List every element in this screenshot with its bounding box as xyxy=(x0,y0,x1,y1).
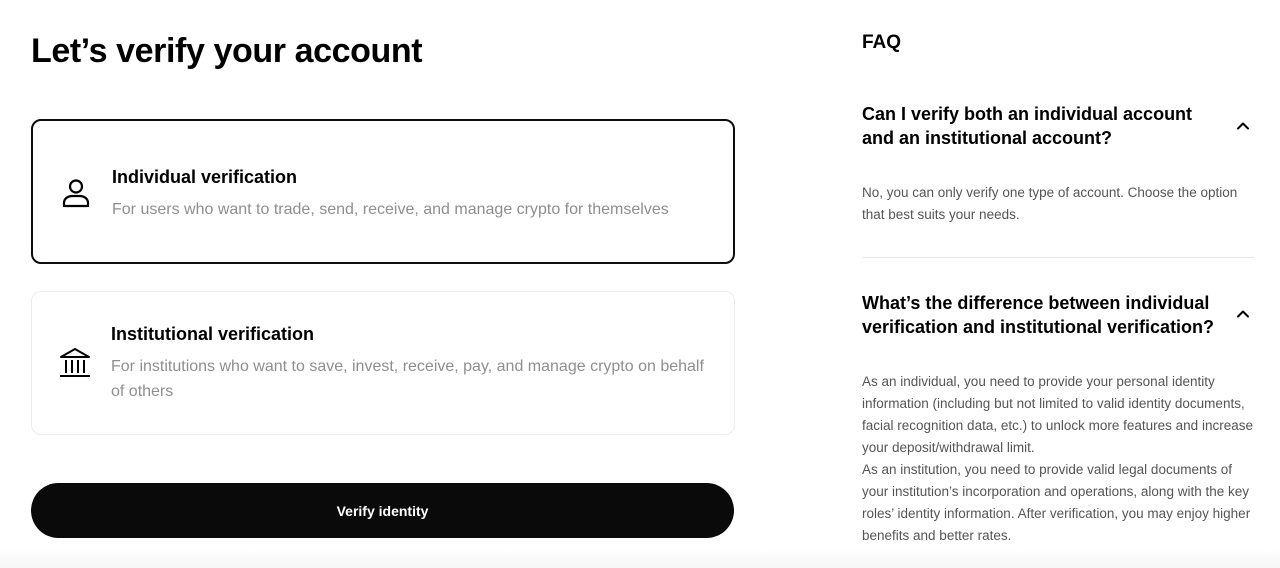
verify-identity-button[interactable]: Verify identity xyxy=(31,483,734,538)
faq-heading: FAQ xyxy=(862,32,902,53)
faq-question-1[interactable]: Can I verify both an individual account … xyxy=(862,102,1222,150)
individual-option-title: Individual verification xyxy=(112,167,298,187)
faq-divider xyxy=(862,257,1254,258)
institutional-option-title: Institutional verification xyxy=(111,324,315,344)
faq-answer-2: As an individual, you need to provide yo… xyxy=(862,374,1253,455)
person-icon xyxy=(59,176,93,210)
faq-answer-2-continued: As an institution, you need to provide v… xyxy=(862,462,1251,543)
individual-verification-option[interactable]: Individual verification For users who wa… xyxy=(31,119,735,264)
faq-question-2[interactable]: What’s the difference between individual… xyxy=(862,291,1222,339)
individual-option-description: For users who want to trade, send, recei… xyxy=(112,201,669,218)
page-title: Let’s verify your account xyxy=(31,32,423,70)
page-bottom-fade xyxy=(0,550,1280,568)
institutional-option-description: For institutions who want to save, inves… xyxy=(111,358,704,400)
chevron-up-icon[interactable] xyxy=(1234,305,1252,323)
faq-answer-1: No, you can only verify one type of acco… xyxy=(862,185,1238,222)
chevron-up-icon[interactable] xyxy=(1234,117,1252,135)
bank-icon xyxy=(58,346,92,380)
institutional-verification-option[interactable]: Institutional verification For instituti… xyxy=(31,291,735,435)
